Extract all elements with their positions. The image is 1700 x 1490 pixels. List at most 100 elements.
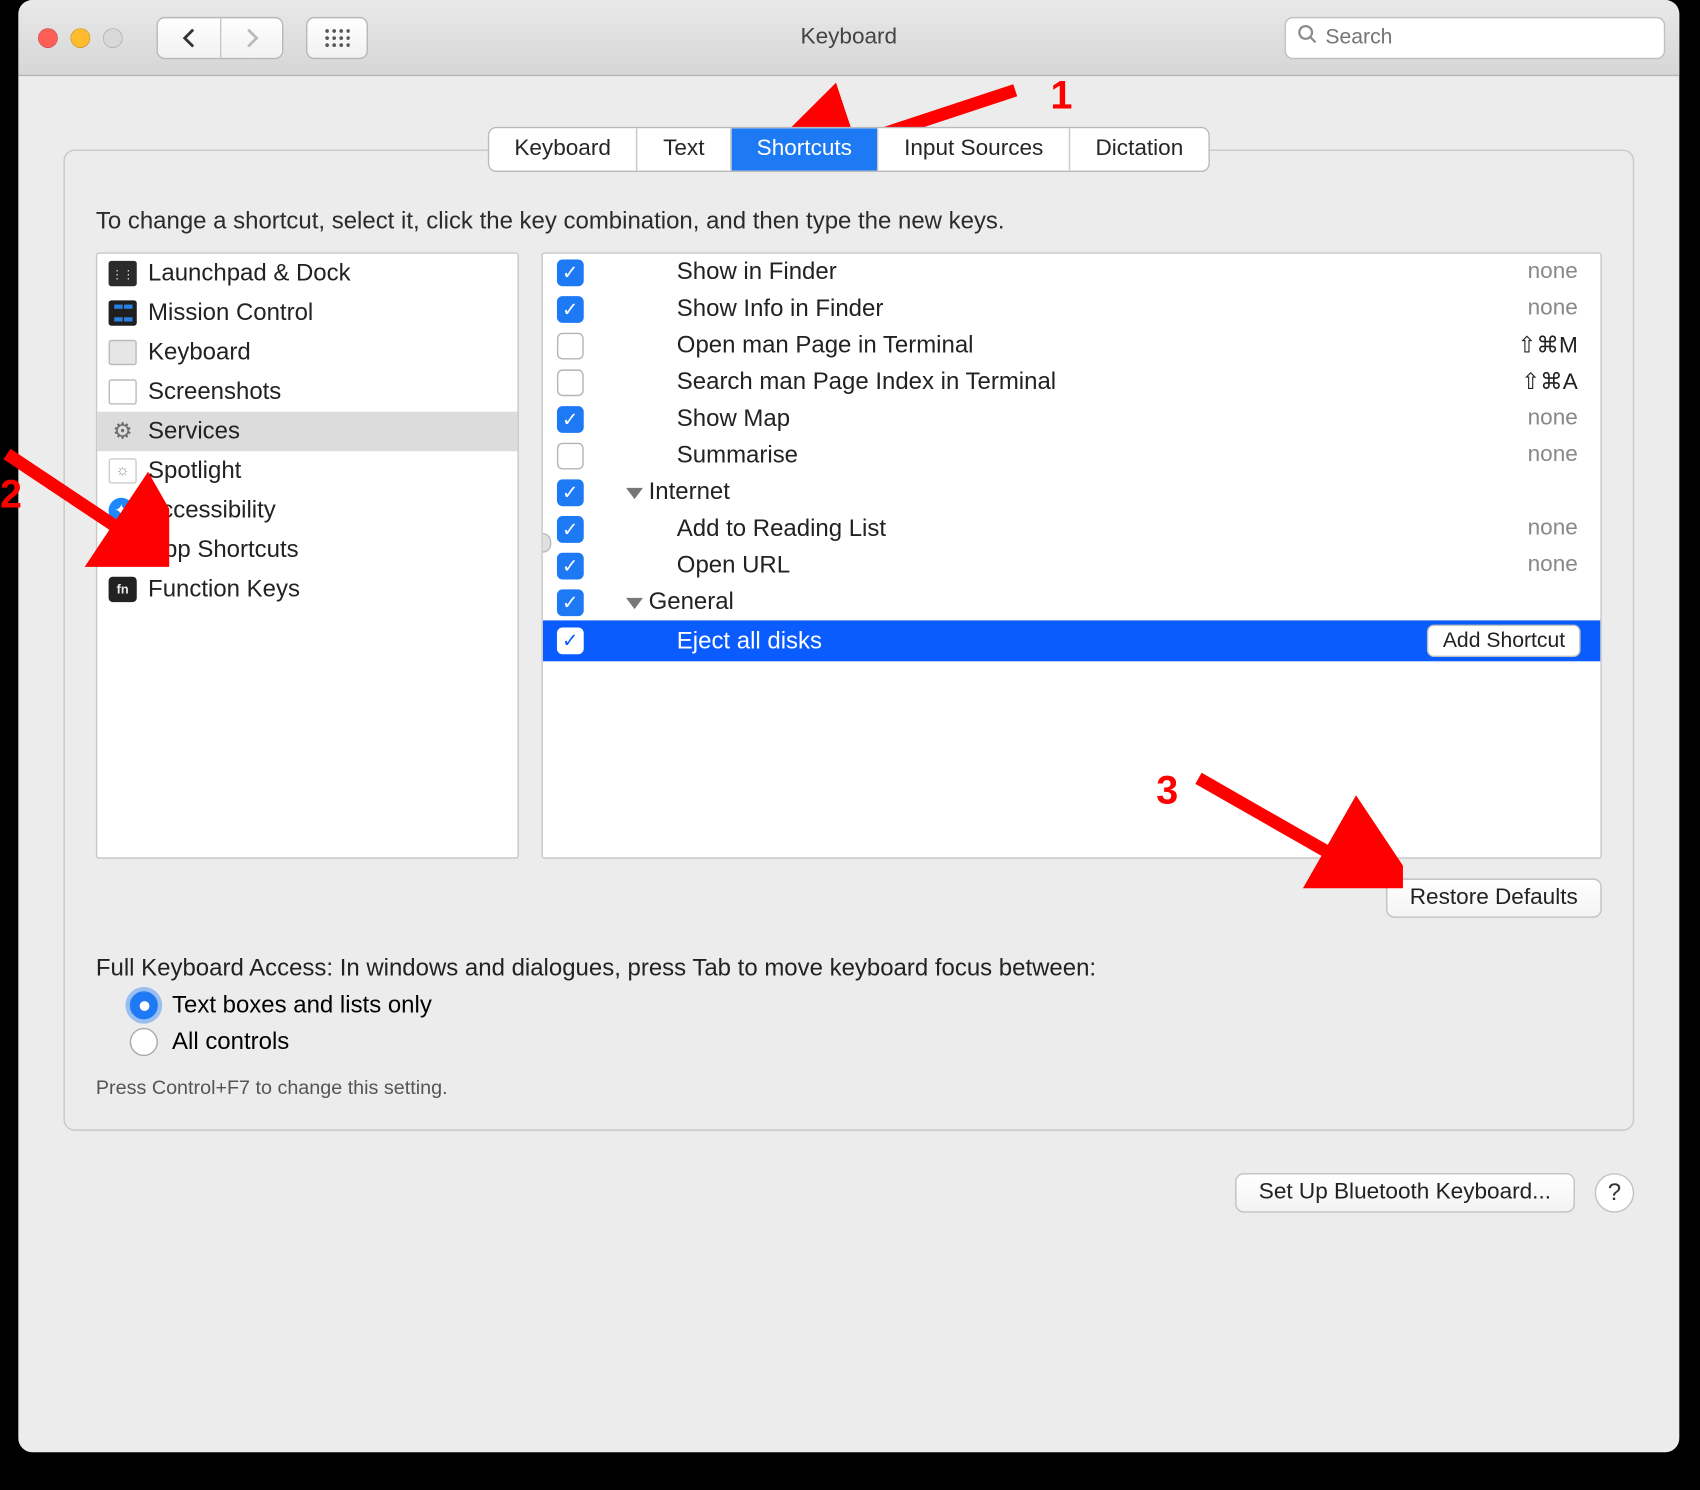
service-label: Show Map bbox=[677, 405, 790, 432]
sidebar-item-function-keys[interactable]: fn Function Keys bbox=[97, 570, 517, 609]
checkbox[interactable]: ✓ bbox=[557, 552, 584, 579]
service-row[interactable]: ✓ Eject all disks Add Shortcut bbox=[543, 620, 1601, 661]
service-row[interactable]: ✓ Add to Reading List none bbox=[543, 510, 1601, 547]
fn-icon: fn bbox=[109, 577, 137, 602]
checkbox[interactable]: ✓ bbox=[557, 295, 584, 322]
sidebar-item-screenshots[interactable]: Screenshots bbox=[97, 372, 517, 411]
add-shortcut-button[interactable]: Add Shortcut bbox=[1427, 625, 1580, 657]
instruction-text: To change a shortcut, select it, click t… bbox=[96, 207, 1602, 235]
checkbox[interactable] bbox=[557, 442, 584, 469]
show-all-button[interactable] bbox=[306, 16, 368, 58]
checkbox[interactable]: ✓ bbox=[557, 259, 584, 286]
control-f7-hint: Press Control+F7 to change this setting. bbox=[96, 1076, 1602, 1099]
service-row[interactable]: ✓ Show in Finder none bbox=[543, 254, 1601, 291]
shortcut-value[interactable]: ⇧⌘A bbox=[1521, 368, 1578, 396]
checkbox[interactable]: ✓ bbox=[557, 515, 584, 542]
tab-input-sources[interactable]: Input Sources bbox=[877, 128, 1068, 170]
prefs-tabs: Keyboard Text Shortcuts Input Sources Di… bbox=[488, 127, 1211, 172]
shortcut-value[interactable]: none bbox=[1528, 553, 1578, 578]
sidebar-item-accessibility[interactable]: ✦ Accessibility bbox=[97, 491, 517, 530]
service-label: Show Info in Finder bbox=[677, 295, 884, 322]
services-list[interactable]: ✓ Show in Finder none ✓ Show Info in Finder n… bbox=[541, 252, 1601, 858]
service-row[interactable]: ✓ Show Map none bbox=[543, 400, 1601, 437]
sidebar-item-label: Function Keys bbox=[148, 575, 300, 603]
window-controls bbox=[38, 27, 123, 47]
service-label: Internet bbox=[649, 478, 730, 505]
spotlight-icon: ☼ bbox=[109, 458, 137, 483]
radio-all-controls[interactable]: All controls bbox=[130, 1028, 1602, 1056]
checkbox[interactable] bbox=[557, 332, 584, 359]
radio-icon bbox=[130, 1028, 158, 1056]
checkbox[interactable]: ✓ bbox=[557, 479, 584, 506]
screenshots-icon bbox=[109, 379, 137, 404]
shortcuts-panel: To change a shortcut, select it, click t… bbox=[63, 149, 1634, 1130]
back-button[interactable] bbox=[158, 18, 220, 57]
service-label: Open man Page in Terminal bbox=[677, 331, 974, 358]
service-group-row[interactable]: ✓ Internet bbox=[543, 474, 1601, 511]
sidebar-item-label: Keyboard bbox=[148, 338, 251, 366]
gear-icon: ⚙ bbox=[109, 419, 137, 444]
service-label: General bbox=[649, 588, 734, 615]
service-group-row[interactable]: ✓ General bbox=[543, 584, 1601, 621]
sidebar-item-label: Mission Control bbox=[148, 299, 313, 327]
tab-dictation[interactable]: Dictation bbox=[1069, 128, 1209, 170]
service-row[interactable]: ✓ Show Info in Finder none bbox=[543, 290, 1601, 327]
sidebar-item-services[interactable]: ⚙ Services bbox=[97, 412, 517, 451]
service-row[interactable]: Search man Page Index in Terminal ⇧⌘A bbox=[543, 364, 1601, 401]
maximize-icon bbox=[103, 27, 123, 47]
service-label: Search man Page Index in Terminal bbox=[677, 368, 1056, 395]
radio-label: Text boxes and lists only bbox=[172, 991, 432, 1019]
tab-text[interactable]: Text bbox=[636, 128, 730, 170]
radio-icon bbox=[130, 991, 158, 1019]
sidebar-item-launchpad[interactable]: ⋮⋮ Launchpad & Dock bbox=[97, 254, 517, 293]
shortcut-value[interactable]: none bbox=[1528, 296, 1578, 321]
sidebar-item-label: Services bbox=[148, 417, 240, 445]
app-icon: ✄ bbox=[109, 537, 137, 562]
tab-keyboard[interactable]: Keyboard bbox=[489, 128, 636, 170]
service-row[interactable]: Summarise none bbox=[543, 437, 1601, 474]
tab-shortcuts[interactable]: Shortcuts bbox=[730, 128, 877, 170]
shortcut-value[interactable]: none bbox=[1528, 443, 1578, 468]
help-button[interactable]: ? bbox=[1595, 1173, 1634, 1212]
launchpad-icon: ⋮⋮ bbox=[109, 261, 137, 286]
search-input[interactable] bbox=[1325, 25, 1652, 49]
sidebar-item-app-shortcuts[interactable]: ✄ App Shortcuts bbox=[97, 530, 517, 569]
close-icon[interactable] bbox=[38, 27, 58, 47]
sidebar-item-keyboard[interactable]: Keyboard bbox=[97, 333, 517, 372]
radio-text-boxes[interactable]: Text boxes and lists only bbox=[130, 991, 1602, 1019]
search-field[interactable] bbox=[1285, 16, 1666, 58]
sidebar-item-label: Screenshots bbox=[148, 378, 281, 406]
disclosure-triangle-icon[interactable] bbox=[626, 598, 643, 609]
service-label: Show in Finder bbox=[677, 258, 837, 285]
service-label: Summarise bbox=[677, 441, 798, 468]
accessibility-icon: ✦ bbox=[109, 498, 134, 523]
category-sidebar[interactable]: ⋮⋮ Launchpad & Dock Mission Control Keyb… bbox=[96, 252, 519, 858]
service-label: Add to Reading List bbox=[677, 515, 886, 542]
shortcut-value[interactable]: none bbox=[1528, 259, 1578, 284]
shortcut-value[interactable]: ⇧⌘M bbox=[1518, 331, 1578, 359]
setup-bluetooth-button[interactable]: Set Up Bluetooth Keyboard... bbox=[1235, 1173, 1575, 1212]
checkbox[interactable]: ✓ bbox=[557, 627, 584, 654]
service-label: Eject all disks bbox=[677, 627, 822, 654]
mission-control-icon bbox=[109, 300, 137, 325]
sidebar-item-spotlight[interactable]: ☼ Spotlight bbox=[97, 451, 517, 490]
checkbox[interactable]: ✓ bbox=[557, 589, 584, 616]
full-keyboard-access-label: Full Keyboard Access: In windows and dia… bbox=[96, 955, 1602, 983]
disclosure-triangle-icon[interactable] bbox=[626, 488, 643, 499]
titlebar: Keyboard bbox=[18, 0, 1679, 76]
radio-label: All controls bbox=[172, 1028, 289, 1056]
keyboard-icon bbox=[109, 340, 137, 365]
sidebar-item-mission-control[interactable]: Mission Control bbox=[97, 293, 517, 332]
restore-defaults-button[interactable]: Restore Defaults bbox=[1386, 878, 1602, 917]
checkbox[interactable] bbox=[557, 369, 584, 396]
search-icon bbox=[1297, 24, 1317, 51]
nav-back-forward bbox=[157, 16, 284, 58]
shortcut-value[interactable]: none bbox=[1528, 406, 1578, 431]
service-row[interactable]: ✓Open URLnone bbox=[543, 547, 1601, 584]
sidebar-item-label: Accessibility bbox=[145, 496, 276, 524]
service-row[interactable]: Open man Page in Terminal ⇧⌘M bbox=[543, 327, 1601, 364]
minimize-icon[interactable] bbox=[71, 27, 91, 47]
shortcut-value[interactable]: none bbox=[1528, 516, 1578, 541]
checkbox[interactable]: ✓ bbox=[557, 405, 584, 432]
sidebar-item-label: Spotlight bbox=[148, 457, 241, 485]
